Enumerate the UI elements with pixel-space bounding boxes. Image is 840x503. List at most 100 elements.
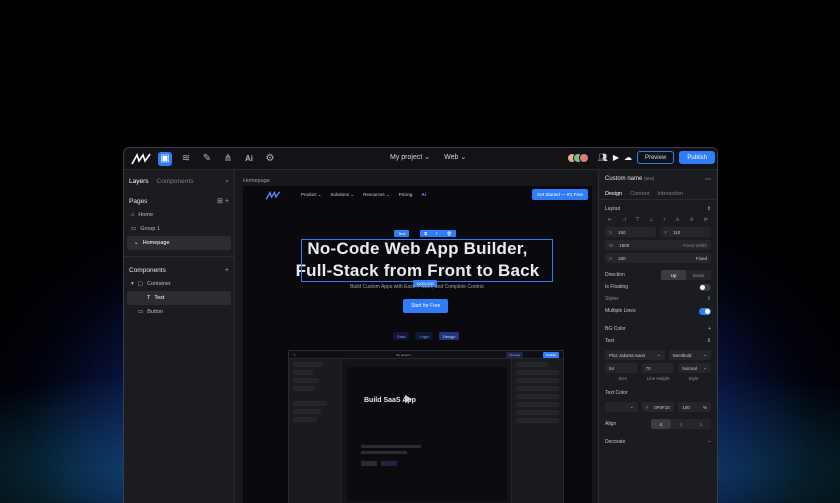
align-label: Align [605, 421, 617, 427]
font-style-select[interactable]: Normal ⌄ [678, 363, 712, 373]
add-bg-icon[interactable]: + [708, 326, 711, 332]
add-component-icon[interactable]: + [225, 267, 229, 274]
width-field[interactable]: W 1000 Fixed Width [605, 240, 711, 250]
floating-label: Is Floating [605, 284, 629, 290]
page-item-homepage[interactable]: ⌄ Homepage [127, 236, 231, 250]
direction-toggle[interactable]: Up Down [661, 270, 711, 280]
preview-button[interactable]: Preview [636, 151, 675, 164]
y-field[interactable]: Y 110 [660, 227, 711, 237]
canvas[interactable]: Homepage Product ⌄ Solutions ⌄ Resources… [235, 170, 600, 503]
color-hex-field[interactable]: #0F0F10 [641, 402, 675, 412]
mini-canvas: Build SaaS App [342, 359, 513, 503]
project-dropdown[interactable]: My project ⌄ [390, 153, 430, 161]
tab-components[interactable]: Components [157, 178, 194, 186]
pages-title: Pages [129, 197, 148, 205]
layer-container[interactable]: ▾ ▢ Container [124, 277, 234, 291]
platform-dropdown[interactable]: Web ⌄ [444, 153, 466, 161]
layer-button[interactable]: ▭ Button [124, 305, 234, 319]
publish-button[interactable]: Publish [679, 151, 715, 164]
weight-select[interactable]: Semibold ⌄ [668, 350, 711, 360]
layer-label: Text [154, 295, 165, 301]
font-select[interactable]: Plus Jakarta Sans ⌄ [605, 350, 665, 360]
gear-icon[interactable]: ⚙ [263, 152, 277, 166]
copy-icon[interactable]: ⧉ [424, 231, 427, 236]
app-logo[interactable] [131, 152, 151, 165]
ai-icon[interactable]: Ai [242, 152, 256, 166]
nav-resources[interactable]: Resources ⌄ [363, 192, 390, 198]
element-toolbar[interactable]: ⧉ T 🗑︎ [420, 230, 456, 237]
search-icon[interactable]: ⌕ [225, 178, 229, 186]
caption: Size [618, 376, 628, 381]
tab-interaction[interactable]: Interaction [657, 191, 683, 197]
font-size-field[interactable]: 54 [605, 363, 638, 373]
page-label: Homepage [142, 240, 170, 246]
page-item-home[interactable]: ⌂ Home [124, 208, 234, 222]
text-color-label: Text Color [605, 390, 628, 396]
multiple-lines-toggle[interactable] [699, 307, 711, 315]
layout-icon[interactable]: ▣ [158, 151, 172, 166]
properties-panel: Custom name (text) ⋯ Design Content Inter… [598, 170, 717, 503]
site-preview[interactable]: Product ⌄ Solutions ⌄ Resources ⌄ Pricin… [243, 186, 592, 503]
text-edit-icon[interactable]: T [436, 231, 438, 236]
database-icon[interactable]: ≋ [179, 152, 193, 166]
text-icon: T [147, 295, 151, 301]
builder-window: ▣ ≋ ✎ ⋔ Ai ⚙ My project ⌄ Web ⌄ 👥︎ ▶ ☁ P… [123, 147, 718, 503]
layer-text[interactable]: T Text [127, 291, 231, 305]
caret-down-icon: ▾ [131, 281, 134, 287]
text-label: Text [605, 338, 615, 344]
trash-icon[interactable]: 🗑︎ [447, 231, 452, 236]
pill-logic[interactable]: Logic [415, 332, 434, 340]
hierarchy-icon[interactable]: ⋔ [221, 152, 235, 166]
tab-layers[interactable]: Layers [129, 178, 149, 186]
decorate-label: Decorate [605, 439, 626, 445]
alignment-controls[interactable]: ⊢ ⊣ ⊤ ⊥ ⊦ ⊩ ⊪ ⊫ [599, 217, 717, 223]
layer-label: Container [146, 281, 171, 287]
height-field[interactable]: H 230 Fixed [605, 253, 711, 263]
selection-box[interactable] [301, 239, 553, 282]
caption: Style [688, 376, 699, 381]
chevron-down-icon: ⌄ [134, 240, 139, 246]
caption: Line Height [646, 376, 670, 381]
collapse-icon[interactable]: ⇕ [707, 206, 711, 212]
collaborators[interactable] [566, 152, 589, 163]
page-label: Home [138, 212, 153, 218]
play-icon[interactable]: ▶ [613, 153, 619, 162]
mini-preview: Preview [506, 351, 524, 358]
x-field[interactable]: X 150 [605, 227, 656, 237]
element-name[interactable]: Custom name (text) [605, 176, 654, 182]
nav-pricing[interactable]: Pricing [399, 192, 413, 198]
home-icon: ⌂ [131, 212, 135, 218]
site-logo[interactable] [265, 191, 281, 200]
tab-content[interactable]: Content [630, 191, 649, 197]
text-align-control[interactable]: ≡ ≡ ≡ [651, 419, 711, 429]
new-folder-icon[interactable]: ⊞ [217, 198, 223, 205]
nav-ai[interactable]: Ai [421, 192, 426, 198]
start-free-button[interactable]: Start for Free [403, 299, 449, 313]
button-icon: ▭ [138, 309, 144, 315]
tab-design[interactable]: Design [605, 191, 622, 197]
page-breadcrumb: Homepage [243, 178, 270, 184]
mini-publish: Publish [543, 351, 559, 358]
cursor-icon [405, 395, 412, 403]
mini-left-panel [289, 359, 342, 503]
get-started-button[interactable]: Get Started — It's Free [531, 189, 588, 200]
pill-data[interactable]: Data [393, 332, 410, 340]
floating-toggle[interactable] [699, 283, 711, 291]
mini-project: My project ⌄ [396, 352, 414, 357]
page-item-group[interactable]: ▭ Group 1 [124, 222, 234, 236]
opacity-field[interactable]: 100% [678, 402, 712, 412]
layout-label: Layout [605, 206, 621, 212]
add-page-icon[interactable]: + [225, 198, 229, 205]
pill-design[interactable]: Design [439, 332, 460, 340]
more-icon[interactable]: ⋯ [705, 176, 711, 183]
page-label: Group 1 [140, 226, 161, 232]
users-icon[interactable]: 👥︎ [598, 153, 608, 162]
cloud-icon[interactable]: ☁ [624, 153, 632, 162]
mini-builder-screenshot: 〽 My project ⌄ Preview Publish Build Saa… [288, 350, 564, 503]
line-height-field[interactable]: 70 [641, 363, 675, 373]
tools-icon[interactable]: ✎ [200, 152, 214, 166]
nav-solutions[interactable]: Solutions ⌄ [331, 192, 355, 198]
color-swatch[interactable]: ⌄ [605, 402, 638, 412]
nav-product[interactable]: Product ⌄ [301, 192, 322, 198]
element-type-badge: Text [394, 230, 410, 237]
